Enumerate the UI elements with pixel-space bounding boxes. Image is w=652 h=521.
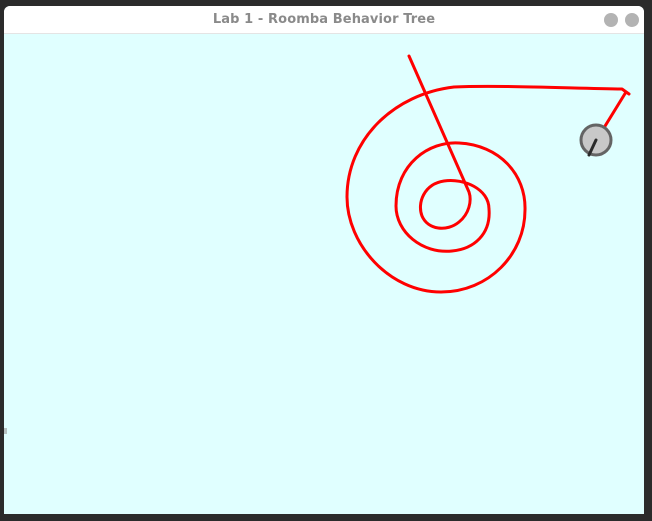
robot-trail [345,54,631,294]
window-title: Lab 1 - Roomba Behavior Tree [212,12,436,27]
minimize-button[interactable] [604,13,618,27]
simulation-svg [345,54,631,294]
edge-artifact [4,428,7,434]
title-bar[interactable]: Lab 1 - Roomba Behavior Tree [4,6,644,34]
close-button[interactable] [625,13,639,27]
app-window: Lab 1 - Roomba Behavior Tree [4,6,644,514]
simulation-canvas [4,34,644,514]
